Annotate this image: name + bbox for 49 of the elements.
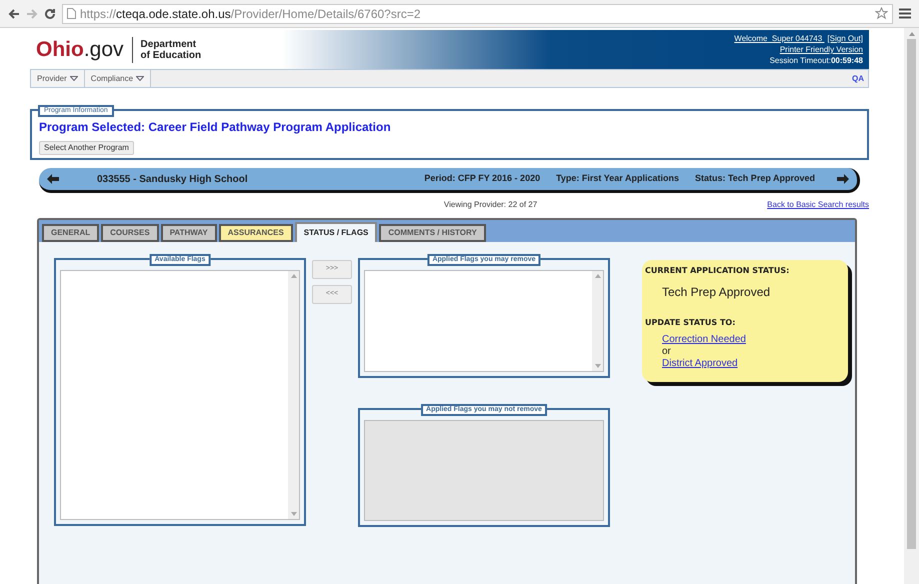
printer-friendly-link[interactable]: Printer Friendly Version <box>780 44 863 55</box>
flag-list[interactable] <box>364 420 604 521</box>
tab[interactable]: GENERAL <box>42 224 100 242</box>
sign-out-link[interactable]: [Sign Out] <box>827 33 863 44</box>
flag-list[interactable] <box>364 270 604 372</box>
scroll-up-icon[interactable] <box>594 274 600 278</box>
status-option-link[interactable]: Correction Needed <box>662 334 746 346</box>
scrollbar[interactable] <box>592 271 603 371</box>
scroll-up-icon[interactable] <box>290 274 296 278</box>
tab[interactable]: COMMENTS / HISTORY <box>379 224 486 242</box>
environment-label: QA <box>852 72 865 84</box>
dropdown-caret-icon[interactable] <box>136 76 144 81</box>
menu-item[interactable]: Provider <box>31 70 85 87</box>
tab[interactable]: STATUS / FLAGS <box>294 222 378 242</box>
dropdown-caret-icon[interactable] <box>70 76 78 81</box>
viewing-provider-text: Viewing Provider: 22 of 27 <box>444 199 538 211</box>
welcome-link[interactable]: Welcome Super 044743 <box>734 33 824 44</box>
scroll-down-icon[interactable] <box>594 364 600 368</box>
current-status-label: CURRENT APPLICATION STATUS: <box>645 265 790 277</box>
tab[interactable]: ASSURANCES <box>218 224 293 242</box>
menu-icon[interactable] <box>899 8 911 19</box>
current-status-value: Tech Prep Approved <box>662 284 772 301</box>
reload-icon[interactable] <box>44 8 56 20</box>
back-icon[interactable] <box>8 8 20 20</box>
session-timeout: Session Timeout:00:59:48 <box>770 55 863 66</box>
back-to-search-link[interactable]: Back to Basic Search results <box>767 199 869 211</box>
tab[interactable]: COURSES <box>101 224 159 242</box>
status-option-link[interactable]: District Approved <box>662 358 738 370</box>
program-title: Program Selected: Career Field Pathway Program Application <box>39 120 392 134</box>
page-icon <box>67 8 76 19</box>
previous-arrow-icon[interactable] <box>47 174 59 184</box>
tab[interactable]: PATHWAY <box>160 224 217 242</box>
scroll-up-icon[interactable] <box>908 32 914 36</box>
page-scrollbar[interactable] <box>904 28 919 584</box>
select-program-button[interactable]: Select Another Program <box>39 141 134 155</box>
period-text: Period: CFP FY 2016 - 2020 <box>424 172 540 186</box>
or-text: or <box>662 346 671 358</box>
star-icon[interactable] <box>875 7 888 20</box>
site-logo[interactable]: Ohio.gov Department of Education <box>36 36 202 62</box>
status-text: Status: Tech Prep Approved <box>694 172 815 186</box>
next-arrow-icon[interactable] <box>837 174 849 184</box>
forward-icon[interactable] <box>26 8 38 20</box>
update-status-label: UPDATE STATUS TO: <box>645 317 736 329</box>
scroll-down-icon[interactable] <box>290 512 296 516</box>
menu-item[interactable]: Compliance <box>84 70 152 87</box>
scrollbar[interactable] <box>288 271 299 519</box>
type-text: Type: First Year Applications <box>556 172 679 186</box>
address-bar[interactable]: https://cteqa.ode.state.oh.us/Provider/Home/Details/6760?src=2 <box>62 4 893 24</box>
provider-name: 033555 - Sandusky High School <box>97 172 248 186</box>
